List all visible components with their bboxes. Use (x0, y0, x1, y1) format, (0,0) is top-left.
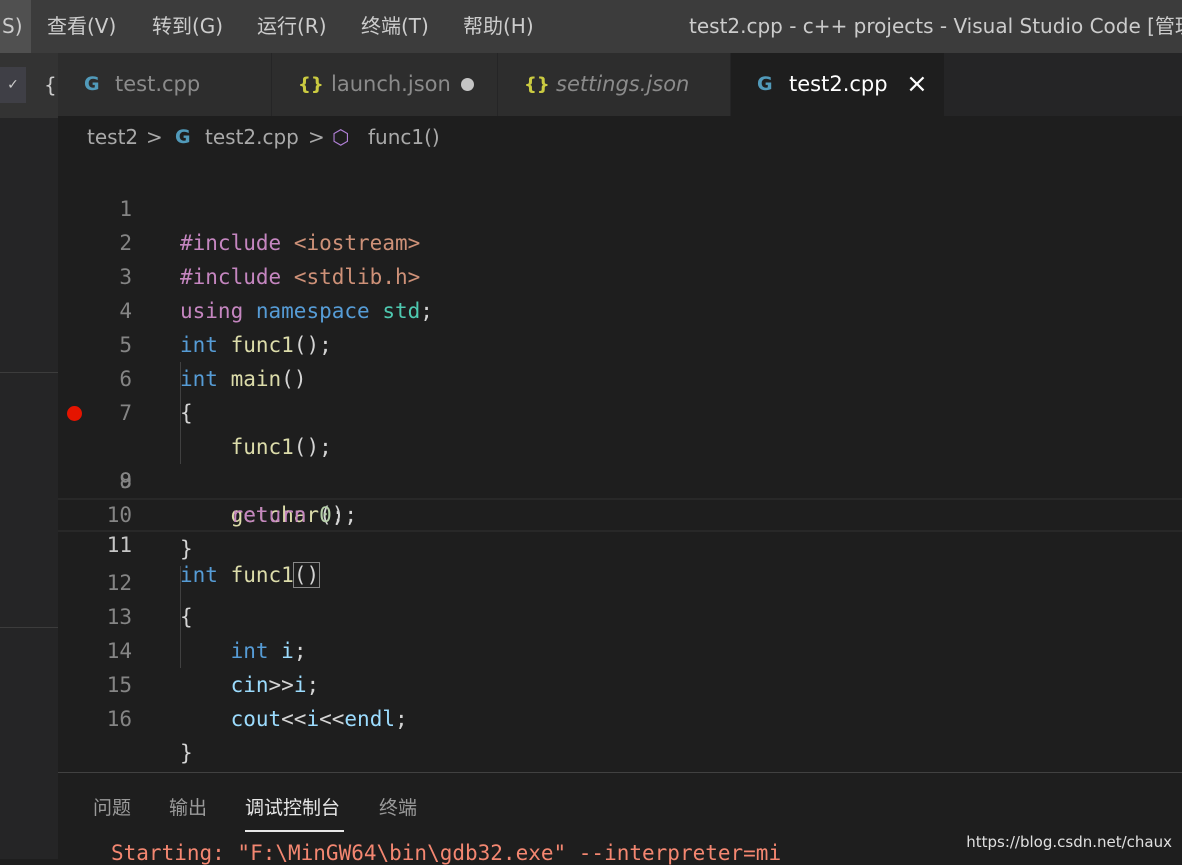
tab-label: test2.cpp (789, 72, 888, 96)
code-editor[interactable]: 1 #include <iostream> 2 #include <stdlib… (58, 158, 1182, 772)
code-line[interactable]: 3 using namespace std; (58, 226, 1182, 323)
tab-label: test.cpp (115, 72, 201, 96)
panel-tab-terminal[interactable]: 终端 (379, 793, 417, 820)
code-line[interactable]: 1 #include <iostream> (58, 158, 1182, 255)
code-line[interactable]: 14 cin>>i; (58, 600, 1182, 697)
close-icon[interactable]: × (906, 53, 928, 116)
tab-settings-json[interactable]: {} settings.json (498, 53, 731, 116)
menu-item-view[interactable]: 查看(V) (47, 0, 116, 53)
line-number: 16 (106, 707, 132, 731)
checkmark-icon[interactable]: ✓ (0, 67, 26, 103)
chevron-right-icon: > (146, 125, 163, 149)
punctuation: } (180, 741, 193, 765)
breadcrumb-symbol[interactable]: func1() (368, 116, 440, 158)
breadcrumb-file[interactable]: test2.cpp (205, 116, 299, 158)
variable: cout (230, 707, 282, 731)
tab-label: settings.json (556, 72, 690, 96)
code-line[interactable]: 15 cout<<i<<endl; (58, 634, 1182, 731)
method-cube-icon: ⬡ (332, 125, 350, 149)
code-line[interactable]: 9 return 0; (58, 430, 1182, 527)
json-file-icon: { (44, 73, 57, 97)
watermark: https://blog.csdn.net/chaux (966, 833, 1172, 851)
code-line[interactable]: 13 int i; (58, 566, 1182, 663)
menu-item-run[interactable]: 运行(R) (257, 0, 327, 53)
code-line[interactable]: 4 int func1(); (58, 260, 1182, 357)
json-icon: {} (524, 74, 550, 95)
panel-tab-problems[interactable]: 问题 (93, 793, 131, 820)
code-line[interactable]: 8 getchar(); (58, 396, 1182, 527)
sidebar: ✓ { (0, 53, 58, 859)
unsaved-dot-icon[interactable] (461, 78, 474, 91)
operator: << (319, 707, 345, 731)
tab-label: launch.json (331, 72, 451, 96)
code-line[interactable]: 16 } (58, 668, 1182, 765)
menu-item-selection[interactable]: S) (0, 0, 31, 53)
operator: << (281, 707, 307, 731)
code-line[interactable]: 10 } (58, 464, 1182, 561)
json-icon: {} (298, 74, 324, 95)
breadcrumb: test2 > G test2.cpp > ⬡ func1() (58, 116, 1182, 158)
tab-test2-cpp[interactable]: G test2.cpp × (731, 53, 945, 116)
chevron-right-icon: > (308, 125, 325, 149)
code-line[interactable]: 2 #include <stdlib.h> (58, 192, 1182, 289)
active-tab-indicator (245, 830, 344, 832)
panel-tab-output[interactable]: 输出 (169, 793, 207, 820)
tab-launch-json[interactable]: {} launch.json (272, 53, 498, 116)
window-title: test2.cpp - c++ projects - Visual Studio… (689, 14, 1182, 38)
cpp-icon: G (175, 126, 191, 148)
code-line[interactable]: 5 int main() (58, 294, 1182, 391)
sidebar-header: ✓ { (0, 53, 58, 118)
variable: endl (344, 707, 395, 731)
panel-tab-debug-console[interactable]: 调试控制台 (245, 793, 340, 820)
sidebar-divider (0, 627, 58, 628)
punctuation: ; (394, 707, 408, 731)
title-bar: S) 查看(V) 转到(G) 运行(R) 终端(T) 帮助(H) test2.c… (0, 0, 1182, 53)
breakpoint-icon[interactable] (67, 406, 82, 421)
code-line[interactable]: 7 func1(); (58, 362, 1182, 459)
code-line[interactable]: 12 { (58, 532, 1182, 629)
variable: i (306, 707, 320, 731)
sidebar-divider (0, 372, 58, 373)
breadcrumb-folder[interactable]: test2 (87, 116, 138, 158)
tab-test-cpp[interactable]: G test.cpp (58, 53, 272, 116)
debug-console-output: Starting: "F:\MinGW64\bin\gdb32.exe" --i… (111, 841, 782, 865)
menu-item-help[interactable]: 帮助(H) (463, 0, 534, 53)
editor-tabs: G test.cpp {} launch.json {} settings.js… (58, 53, 1182, 116)
cpp-icon: G (84, 73, 100, 95)
menu-item-go[interactable]: 转到(G) (152, 0, 223, 53)
cpp-icon: G (757, 73, 773, 95)
code-line-current[interactable]: 11 int func1() (58, 498, 1182, 588)
code-line[interactable]: 6 { (58, 328, 1182, 425)
menu-item-terminal[interactable]: 终端(T) (361, 0, 429, 53)
